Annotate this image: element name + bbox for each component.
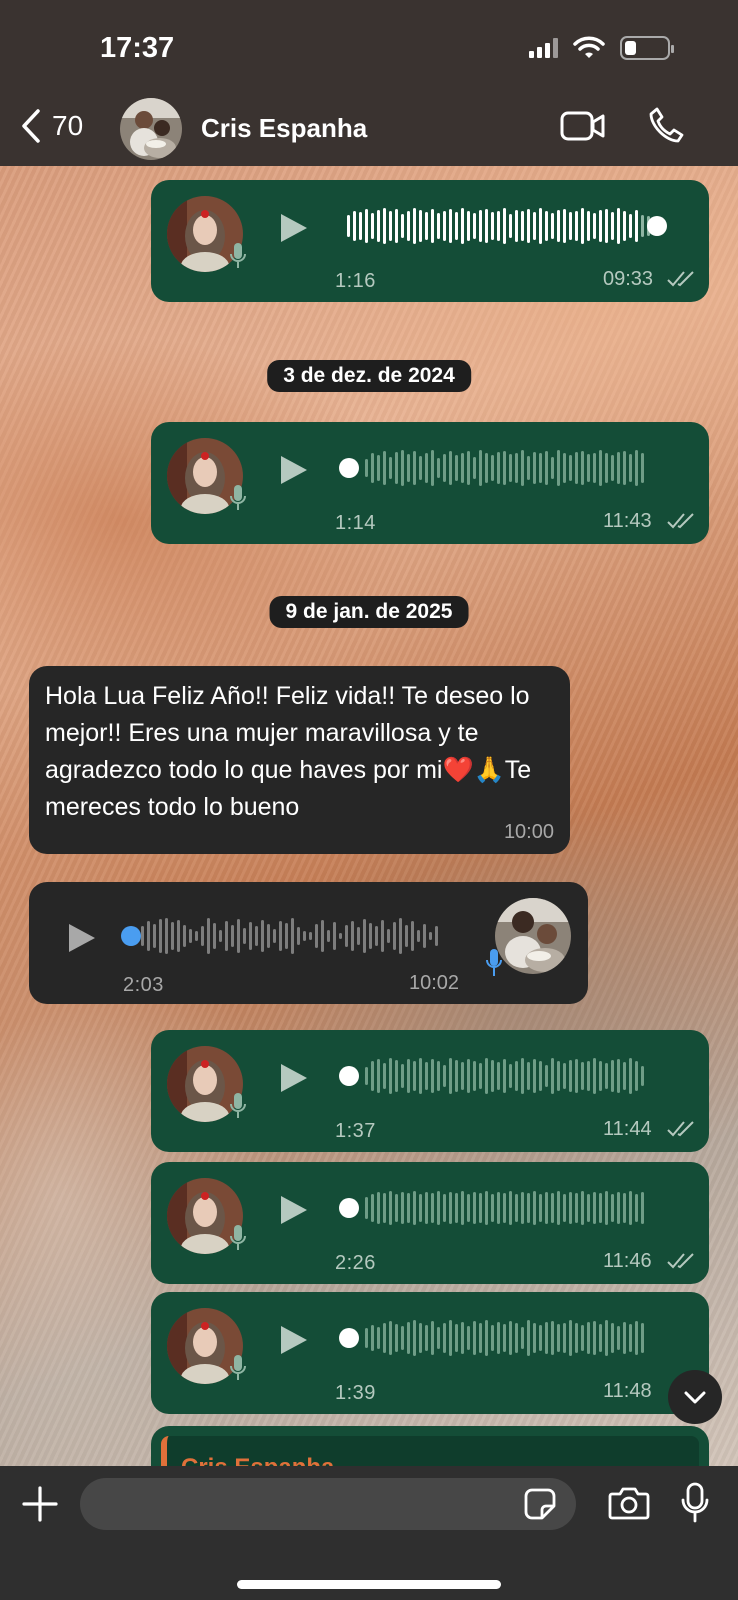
message-time: 10:02 — [409, 972, 460, 994]
message-time: 10:00 — [503, 821, 554, 843]
double-check-icon — [667, 271, 694, 287]
playhead[interactable] — [339, 1198, 359, 1218]
date-separator: 9 de jan. de 2025 — [269, 596, 469, 628]
playhead[interactable] — [339, 1328, 359, 1348]
phone-icon[interactable] — [648, 106, 684, 144]
message-input[interactable] — [80, 1478, 576, 1530]
microphone-icon[interactable] — [680, 1482, 710, 1524]
top-bar: 17:37 70 Cris Espanha — [0, 0, 738, 166]
voice-message-out: 1:16 09:33 — [151, 180, 709, 302]
play-icon[interactable] — [279, 1062, 309, 1094]
video-call-icon[interactable] — [560, 110, 606, 142]
status-icons — [529, 36, 674, 60]
mic-icon — [230, 1093, 246, 1118]
voice-duration: 1:37 — [335, 1120, 376, 1142]
composer-bar — [0, 1466, 738, 1600]
voice-message-out: 1:37 11:44 — [151, 1030, 709, 1152]
playhead[interactable] — [339, 458, 359, 478]
play-icon[interactable] — [279, 212, 309, 244]
mic-icon — [230, 1225, 246, 1250]
waveform[interactable] — [365, 1318, 644, 1358]
play-icon[interactable] — [279, 454, 309, 486]
battery-icon — [620, 36, 674, 60]
plus-icon[interactable] — [22, 1486, 58, 1522]
message-time: 11:43 — [603, 510, 652, 532]
voice-message-out: 1:39 11:48 — [151, 1292, 709, 1414]
camera-icon[interactable] — [608, 1486, 650, 1520]
voice-duration: 2:03 — [123, 974, 164, 996]
playhead[interactable] — [647, 216, 667, 236]
signal-icon — [529, 38, 558, 58]
scroll-to-bottom-button[interactable] — [668, 1370, 722, 1424]
message-time: 11:46 — [603, 1250, 652, 1272]
text-message-in: Hola Lua Feliz Año!! Feliz vida!! Te des… — [29, 666, 570, 854]
playhead[interactable] — [121, 926, 141, 946]
date-separator: 3 de dez. de 2024 — [267, 360, 471, 392]
mic-icon — [230, 485, 246, 510]
quoted-sender-name: Cris Espanha — [181, 1454, 685, 1466]
contact-avatar — [495, 898, 571, 974]
contact-name[interactable]: Cris Espanha — [201, 113, 367, 144]
play-icon[interactable] — [279, 1324, 309, 1356]
double-check-icon — [667, 513, 694, 529]
message-time: 09:33 — [603, 268, 654, 290]
playhead[interactable] — [339, 1066, 359, 1086]
double-check-icon — [667, 1253, 694, 1269]
home-indicator — [237, 1580, 501, 1589]
message-time: 11:44 — [603, 1118, 652, 1140]
quoted-message[interactable]: Cris Espanha — [151, 1426, 709, 1466]
message-time: 11:48 — [603, 1380, 652, 1402]
play-icon[interactable] — [67, 922, 97, 954]
voice-duration: 1:39 — [335, 1382, 376, 1404]
voice-duration: 1:16 — [335, 270, 376, 292]
mic-icon — [230, 1355, 246, 1380]
waveform[interactable] — [141, 916, 438, 956]
voice-duration: 1:14 — [335, 512, 376, 534]
status-time: 17:37 — [100, 32, 175, 64]
double-check-icon — [667, 1121, 694, 1137]
message-text: Hola Lua Feliz Año!! Feliz vida!! Te des… — [45, 682, 532, 821]
waveform[interactable] — [365, 1188, 644, 1228]
play-icon[interactable] — [279, 1194, 309, 1226]
voice-message-out: 1:14 11:43 — [151, 422, 709, 544]
voice-message-in: 2:03 10:02 — [29, 882, 588, 1004]
chevron-left-icon — [22, 109, 40, 143]
mic-icon — [230, 243, 246, 268]
back-button[interactable]: 70 — [20, 108, 83, 144]
voice-duration: 2:26 — [335, 1252, 376, 1274]
chevron-down-icon — [684, 1391, 706, 1404]
waveform[interactable] — [347, 206, 650, 246]
wifi-icon — [573, 36, 605, 58]
waveform[interactable] — [365, 448, 644, 488]
sticker-icon[interactable] — [524, 1488, 556, 1520]
waveform[interactable] — [365, 1056, 644, 1096]
quoted-message-inner: Cris Espanha — [161, 1436, 699, 1466]
unread-count: 70 — [52, 110, 84, 141]
contact-avatar[interactable] — [120, 98, 182, 160]
chat-area[interactable]: 1:16 09:33 3 de dez. de 2024 1:14 11:43 … — [0, 166, 738, 1466]
voice-message-out: 2:26 11:46 — [151, 1162, 709, 1284]
